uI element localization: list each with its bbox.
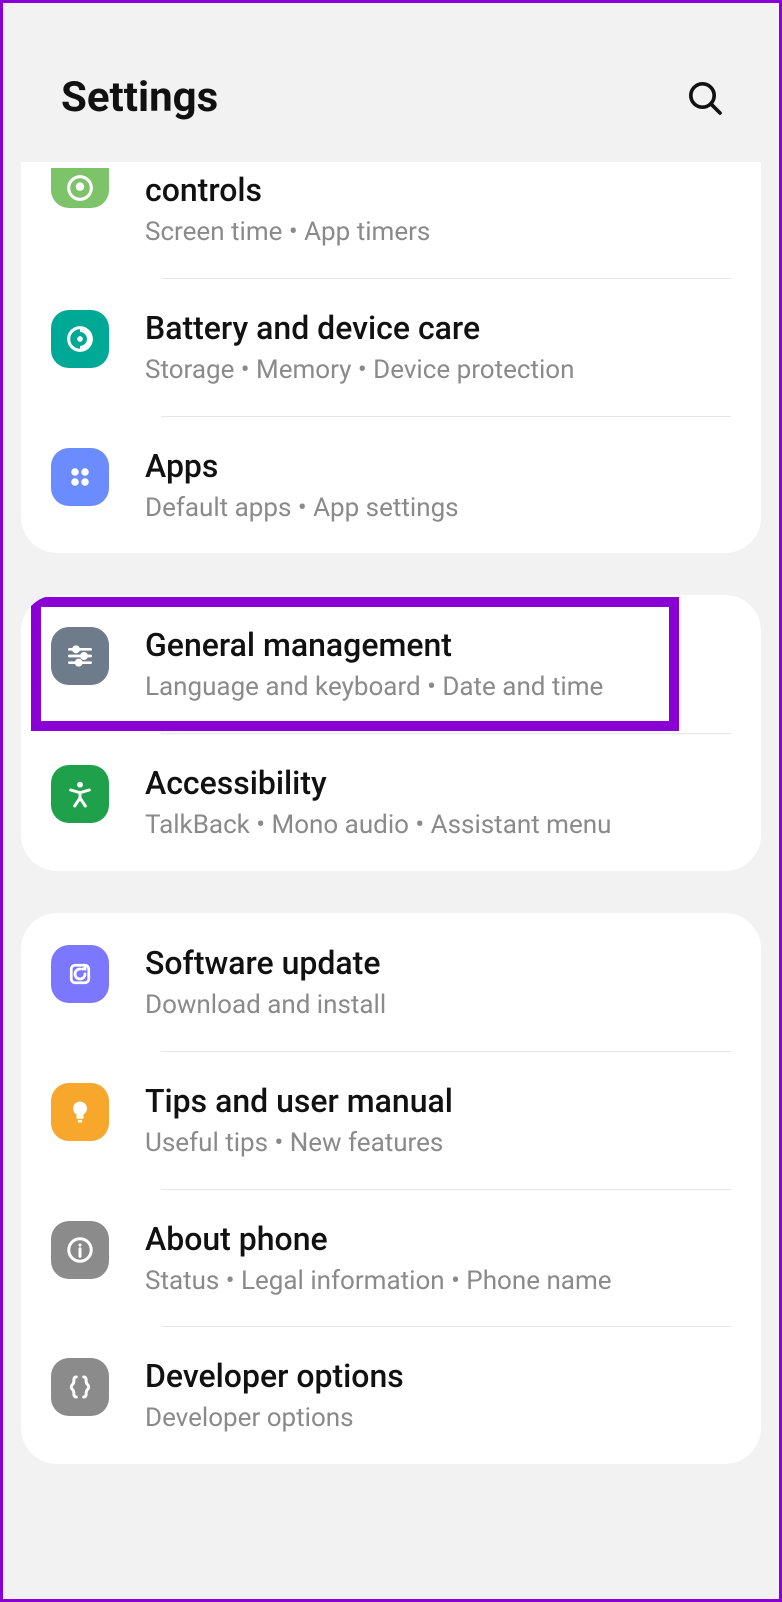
settings-section-device: controls Screen time • App timers Batter… xyxy=(21,162,761,553)
row-text: controls Screen time • App timers xyxy=(145,168,731,250)
row-subtitle: Screen time • App timers xyxy=(145,216,731,250)
row-subtitle: Useful tips • New features xyxy=(145,1127,731,1161)
settings-item-battery-care[interactable]: Battery and device care Storage • Memory… xyxy=(21,278,761,416)
row-subtitle: Storage • Memory • Device protection xyxy=(145,354,731,388)
search-button[interactable] xyxy=(681,74,729,122)
settings-item-accessibility[interactable]: Accessibility TalkBack • Mono audio • As… xyxy=(21,733,761,871)
page-title: Settings xyxy=(61,73,218,122)
row-text: Battery and device care Storage • Memory… xyxy=(145,306,731,388)
row-subtitle: Status • Legal information • Phone name xyxy=(145,1265,731,1299)
row-title: Tips and user manual xyxy=(145,1081,731,1121)
settings-item-digital-wellbeing[interactable]: controls Screen time • App timers xyxy=(21,162,761,278)
row-subtitle: Download and install xyxy=(145,989,731,1023)
row-title: Accessibility xyxy=(145,763,731,803)
app-header: Settings xyxy=(3,3,779,162)
settings-item-about-phone[interactable]: About phone Status • Legal information •… xyxy=(21,1189,761,1327)
row-title: About phone xyxy=(145,1219,731,1259)
row-title: General management xyxy=(145,625,731,665)
row-text: Developer options Developer options xyxy=(145,1354,731,1436)
row-subtitle: Developer options xyxy=(145,1402,731,1436)
row-subtitle: Default apps • App settings xyxy=(145,492,731,526)
braces-icon xyxy=(51,1358,109,1416)
row-title: Battery and device care xyxy=(145,308,731,348)
wellbeing-icon xyxy=(51,168,109,208)
settings-item-developer-options[interactable]: Developer options Developer options xyxy=(21,1326,761,1464)
row-subtitle: Language and keyboard • Date and time xyxy=(145,671,731,705)
row-title: controls xyxy=(145,170,731,210)
settings-item-general-management[interactable]: General management Language and keyboard… xyxy=(21,595,761,733)
row-text: Accessibility TalkBack • Mono audio • As… xyxy=(145,761,731,843)
lightbulb-icon xyxy=(51,1083,109,1141)
settings-item-tips[interactable]: Tips and user manual Useful tips • New f… xyxy=(21,1051,761,1189)
apps-icon xyxy=(51,448,109,506)
update-icon xyxy=(51,945,109,1003)
row-title: Software update xyxy=(145,943,731,983)
settings-item-software-update[interactable]: Software update Download and install xyxy=(21,913,761,1051)
settings-item-apps[interactable]: Apps Default apps • App settings xyxy=(21,416,761,554)
row-subtitle: TalkBack • Mono audio • Assistant menu xyxy=(145,809,731,843)
row-text: Software update Download and install xyxy=(145,941,731,1023)
row-title: Developer options xyxy=(145,1356,731,1396)
info-icon xyxy=(51,1221,109,1279)
row-text: Tips and user manual Useful tips • New f… xyxy=(145,1079,731,1161)
row-text: General management Language and keyboard… xyxy=(145,623,731,705)
row-title: Apps xyxy=(145,446,731,486)
search-icon xyxy=(685,78,725,118)
sliders-icon xyxy=(51,627,109,685)
device-care-icon xyxy=(51,310,109,368)
row-text: About phone Status • Legal information •… xyxy=(145,1217,731,1299)
accessibility-icon xyxy=(51,765,109,823)
settings-section-general: General management Language and keyboard… xyxy=(21,595,761,871)
row-text: Apps Default apps • App settings xyxy=(145,444,731,526)
settings-section-system: Software update Download and install Tip… xyxy=(21,913,761,1464)
